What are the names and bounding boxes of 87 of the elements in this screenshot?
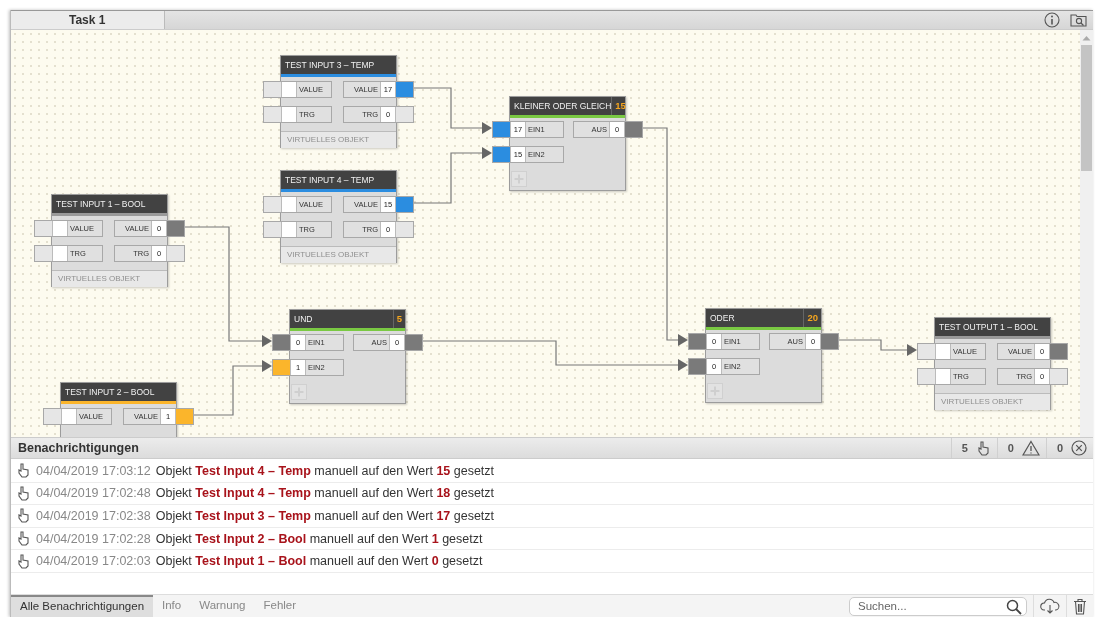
counter-filter[interactable]: 5: [950, 438, 997, 458]
notification-message: Objekt Test Input 4 – Temp manuell auf den Wert 15 gesetzt: [155, 463, 495, 478]
counter-filter[interactable]: 0: [1045, 438, 1093, 458]
port-connector[interactable]: [821, 334, 838, 349]
info-icon[interactable]: [1044, 12, 1060, 28]
object-type-label: VIRTUELLES OBJEKT: [281, 246, 396, 263]
hand-icon: [16, 552, 31, 570]
port-connector[interactable]: [264, 222, 281, 237]
port-connector[interactable]: [396, 197, 413, 212]
port-value-field[interactable]: [281, 222, 297, 237]
port-value-field[interactable]: [281, 82, 297, 97]
port-connector[interactable]: [264, 82, 281, 97]
port-connector[interactable]: [167, 221, 184, 236]
block-title: TEST INPUT 2 – BOOL: [64, 387, 155, 397]
add-input-icon[interactable]: [707, 383, 723, 399]
trash-icon[interactable]: [1073, 597, 1087, 615]
object-type-label: VIRTUELLES OBJEKT: [935, 393, 1050, 410]
scrollbar[interactable]: [1080, 30, 1093, 437]
port-value-field[interactable]: [281, 107, 297, 122]
port-connector[interactable]: [396, 82, 413, 97]
port-connector[interactable]: [35, 246, 52, 261]
port-connector[interactable]: [918, 369, 935, 384]
hand-icon: [16, 484, 31, 502]
object-type-label: VIRTUELLES OBJEKT: [52, 270, 167, 287]
cloud-download-icon[interactable]: [1040, 598, 1060, 614]
filter-tab[interactable]: Alle Benachrichtigungen: [11, 595, 154, 617]
port-value-field[interactable]: [52, 221, 68, 236]
add-input-icon[interactable]: [511, 171, 527, 187]
port-connector[interactable]: [396, 222, 413, 237]
timestamp: 04/04/2019 17:03:12: [36, 463, 151, 478]
port-connector[interactable]: [35, 221, 52, 236]
port-connector[interactable]: [689, 359, 706, 374]
port-value-field[interactable]: [52, 246, 68, 261]
object-type-label: VIRTUELLES OBJEKT: [281, 131, 396, 148]
hand-icon: [16, 462, 31, 480]
block-title: TEST OUTPUT 1 – BOOL: [938, 322, 1038, 332]
hand-icon: [16, 530, 31, 548]
port-connector[interactable]: [625, 122, 642, 137]
counter-value: 5: [961, 442, 968, 454]
search-icon[interactable]: [1006, 598, 1022, 615]
block-title: TEST INPUT 4 – TEMP: [284, 175, 375, 185]
folder-search-icon[interactable]: [1070, 12, 1087, 28]
notification-message: Objekt Test Input 1 – Bool manuell auf den Wert 0 gesetzt: [155, 554, 483, 569]
port-connector[interactable]: [273, 360, 290, 375]
scrollbar-thumb[interactable]: [1081, 45, 1092, 171]
timestamp: 04/04/2019 17:02:48: [36, 486, 151, 501]
port-connector[interactable]: [264, 107, 281, 122]
timestamp: 04/04/2019 17:02:03: [36, 554, 151, 569]
timestamp: 04/04/2019 17:02:38: [36, 509, 151, 523]
panel-title: Benachrichtigungen: [17, 441, 139, 455]
notification-message: Objekt Test Input 3 – Temp manuell auf den Wert 17 gesetzt: [155, 509, 495, 523]
block-title: KLEINER ODER GLEICH: [513, 101, 612, 111]
notification-message: Objekt Test Input 2 – Bool manuell auf den Wert 1 gesetzt: [155, 531, 483, 546]
counter-value: 0: [1007, 442, 1014, 454]
hand-icon: [16, 507, 31, 525]
port-connector[interactable]: [405, 335, 422, 350]
port-connector[interactable]: [176, 409, 193, 424]
search-field[interactable]: Suchen...: [849, 596, 1027, 616]
port-value-field[interactable]: [281, 197, 297, 212]
block-title: TEST INPUT 3 – TEMP: [284, 60, 375, 70]
port-value-field[interactable]: [61, 409, 77, 424]
port-value-field[interactable]: [935, 344, 951, 359]
port-connector[interactable]: [273, 335, 290, 350]
block-title: UND: [293, 314, 313, 324]
error-icon: [1071, 440, 1087, 456]
counter-value: 0: [1056, 442, 1063, 454]
block-title: TEST INPUT 1 – BOOL: [55, 199, 146, 209]
counter-filter[interactable]: 0: [996, 438, 1046, 458]
scroll-up-icon[interactable]: [1082, 35, 1091, 41]
port-connector[interactable]: [167, 246, 184, 261]
port-value-field[interactable]: [935, 369, 951, 384]
port-connector[interactable]: [1050, 369, 1067, 384]
port-connector[interactable]: [1050, 344, 1067, 359]
add-input-icon[interactable]: [291, 384, 307, 400]
port-connector[interactable]: [493, 147, 510, 162]
block-title: ODER: [709, 313, 735, 323]
notification-message: Objekt Test Input 4 – Temp manuell auf den Wert 18 gesetzt: [155, 486, 495, 501]
warning-icon: [1021, 440, 1040, 456]
task-tab[interactable]: Task 1: [11, 11, 165, 29]
port-connector[interactable]: [689, 334, 706, 349]
timestamp: 04/04/2019 17:02:28: [36, 531, 151, 546]
hand-icon: [975, 439, 991, 457]
port-connector[interactable]: [493, 122, 510, 137]
port-connector[interactable]: [264, 197, 281, 212]
port-connector[interactable]: [396, 107, 413, 122]
port-connector[interactable]: [918, 344, 935, 359]
port-connector[interactable]: [44, 409, 61, 424]
